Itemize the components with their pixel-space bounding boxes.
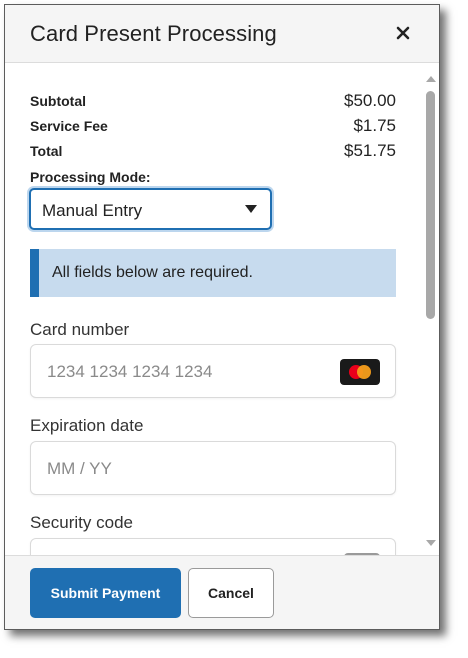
processing-mode-value: Manual Entry [42,201,143,220]
subtotal-row: Subtotal $50.00 [30,91,396,115]
dialog-header: Card Present Processing [5,5,439,63]
scroll-up-icon[interactable] [426,75,436,83]
service-fee-value: $1.75 [353,116,396,135]
card-number-field[interactable] [30,344,396,398]
dialog-footer: Submit Payment Cancel [5,555,439,629]
total-value: $51.75 [344,141,396,160]
card-number-label: Card number [30,320,130,339]
subtotal-label: Subtotal [30,93,86,109]
close-button[interactable] [391,19,415,47]
notice-text: All fields below are required. [52,264,253,281]
expiration-date-label: Expiration date [30,416,144,435]
security-code-field[interactable] [30,538,396,555]
processing-mode-label: Processing Mode: [30,169,151,185]
processing-mode-select[interactable]: Manual Entry [29,188,272,230]
required-fields-notice: All fields below are required. [30,249,396,297]
close-icon [396,26,410,40]
dialog-title: Card Present Processing [30,21,277,46]
total-row: Total $51.75 [30,141,396,165]
security-code-label: Security code [30,513,133,532]
card-number-input[interactable] [47,360,327,384]
scrollbar-thumb[interactable] [426,91,435,319]
expiration-date-field[interactable] [30,441,396,495]
card-processing-dialog: Card Present Processing Subtotal $50.00 … [4,4,440,630]
dialog-body: Subtotal $50.00 Service Fee $1.75 Total … [5,63,439,555]
subtotal-value: $50.00 [344,91,396,110]
scrollbar[interactable] [423,75,439,555]
service-fee-label: Service Fee [30,118,108,134]
scroll-down-icon[interactable] [426,539,436,547]
service-fee-row: Service Fee $1.75 [30,116,396,140]
total-label: Total [30,143,63,159]
submit-payment-button[interactable]: Submit Payment [30,568,181,618]
cancel-button[interactable]: Cancel [188,568,274,618]
mastercard-icon [340,359,380,385]
caret-down-icon [245,205,257,213]
expiration-date-input[interactable] [47,457,327,481]
